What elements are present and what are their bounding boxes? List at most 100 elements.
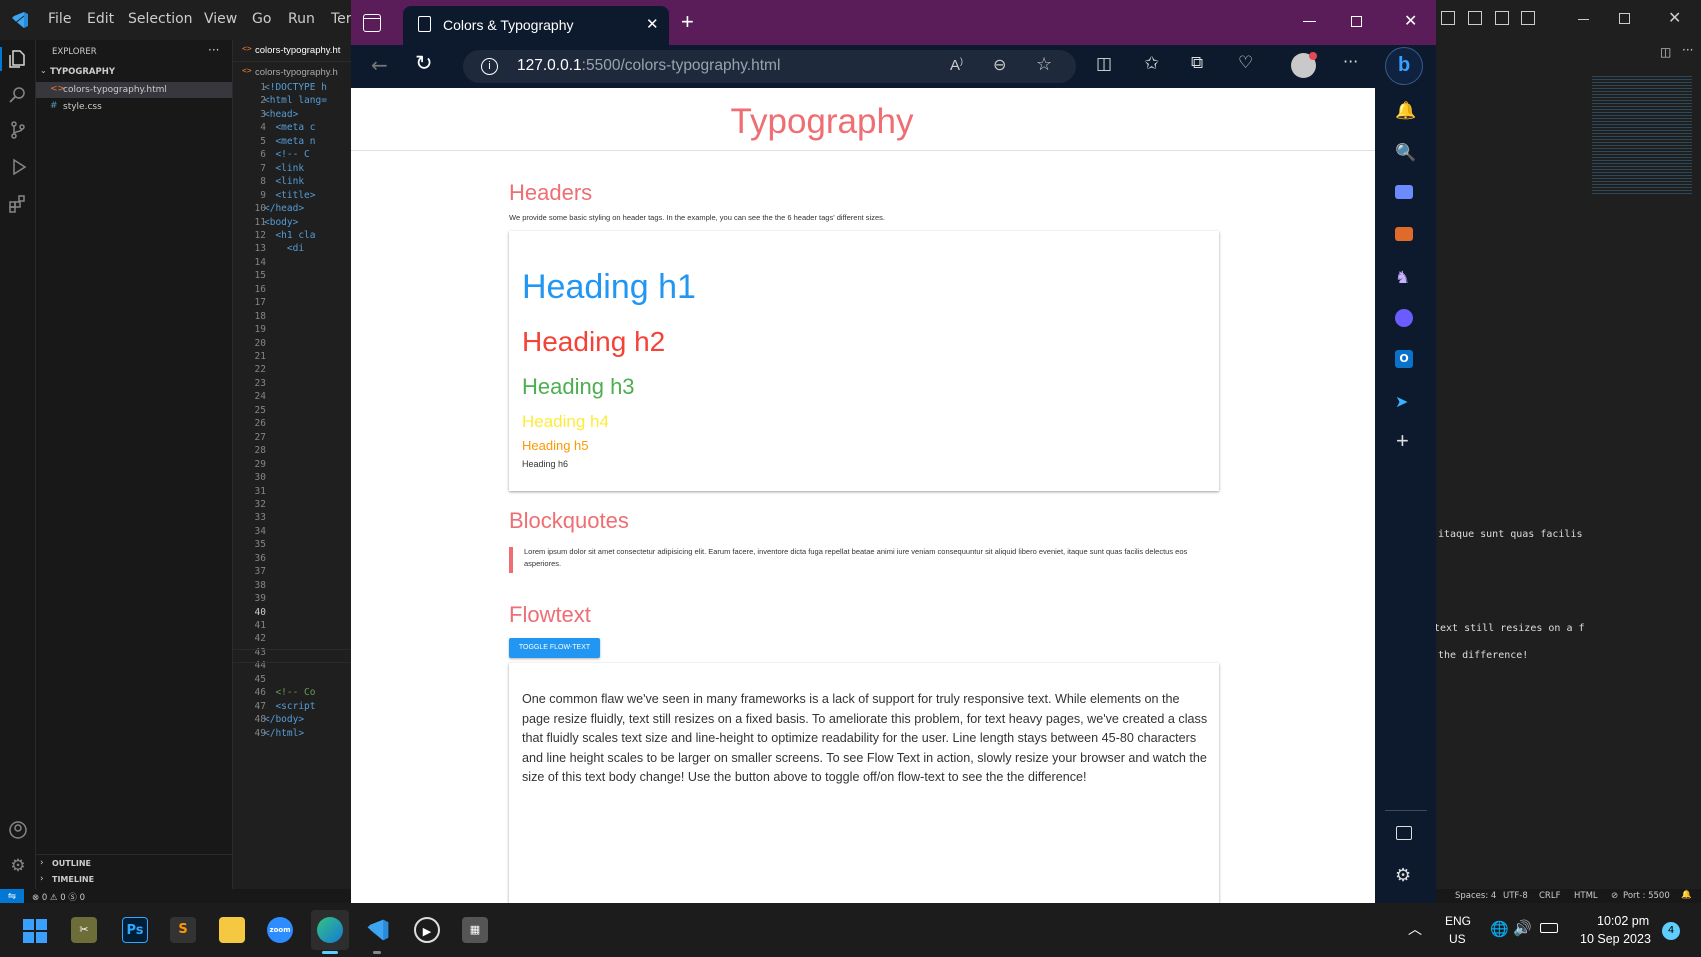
flowtext-card: One common flaw we've seen in many frame… — [509, 663, 1219, 903]
zoom-icon[interactable]: zoom — [267, 917, 293, 943]
search-icon[interactable] — [8, 85, 28, 105]
eol-status[interactable]: CRLF — [1539, 891, 1560, 901]
minimize-icon[interactable] — [1303, 21, 1316, 22]
microsoft-365-icon[interactable] — [1395, 309, 1413, 327]
profile-avatar[interactable] — [1291, 52, 1317, 78]
favorites-icon[interactable]: ✩ — [1144, 53, 1159, 74]
outlook-icon[interactable]: O — [1395, 350, 1413, 368]
language-status[interactable]: HTML — [1574, 891, 1598, 901]
shopping-tag-icon[interactable] — [1395, 185, 1413, 199]
file-item-html[interactable]: <> colors-typography.html — [36, 82, 232, 98]
bing-copilot-icon[interactable]: b — [1385, 47, 1423, 85]
volume-icon[interactable]: 🔊 — [1513, 919, 1532, 937]
sidebar-settings-gear-icon[interactable]: ⚙ — [1395, 865, 1411, 886]
extensions-icon[interactable] — [8, 194, 28, 214]
code-line: <!-- Co — [264, 687, 316, 699]
back-arrow-icon[interactable]: ← — [371, 53, 388, 77]
split-editor-icon[interactable]: ◫ — [1660, 45, 1671, 59]
settings-more-icon[interactable]: ··· — [1343, 52, 1358, 71]
language-indicator[interactable]: ENG — [1445, 914, 1471, 928]
line-number: 49 — [254, 727, 266, 739]
split-screen-icon[interactable]: ◫ — [1096, 54, 1112, 74]
maximize-icon[interactable] — [1351, 16, 1362, 27]
file-item-css[interactable]: # style.css — [36, 99, 232, 115]
address-bar[interactable]: i 127.0.0.1:5500/colors-typography.html … — [463, 50, 1076, 83]
new-tab-plus-icon[interactable]: + — [681, 9, 694, 35]
breadcrumb[interactable]: colors-typography.h — [255, 67, 338, 78]
terminal-line: itaque sunt quas facilis — [1438, 529, 1583, 540]
clock-time[interactable]: 10:02 pm — [1597, 914, 1649, 928]
drop-send-icon[interactable]: ➤ — [1395, 392, 1408, 411]
menu-run[interactable]: Run — [288, 11, 315, 27]
media-player-icon[interactable]: ▶ — [414, 917, 440, 943]
sublime-text-icon[interactable]: S — [170, 917, 196, 943]
toggle-flow-text-button[interactable]: TOGGLE FLOW-TEXT — [509, 638, 600, 658]
timeline-section[interactable]: › TIMELINE — [40, 874, 230, 887]
toggle-panel-icon[interactable] — [1468, 11, 1482, 25]
tools-app-icon[interactable]: ✂ — [71, 917, 97, 943]
collections-icon[interactable]: ⧉ — [1191, 53, 1203, 73]
minimap[interactable] — [1592, 76, 1692, 196]
bell-icon[interactable]: 🔔 — [1681, 890, 1692, 900]
code-line: <link — [264, 176, 305, 188]
network-globe-icon[interactable]: 🌐 — [1490, 920, 1509, 938]
add-plus-icon[interactable]: + — [1396, 428, 1409, 454]
manage-gear-icon[interactable]: ⚙ — [8, 856, 28, 876]
browser-essentials-icon[interactable]: ♡ — [1238, 53, 1253, 73]
editor-tab[interactable]: <> colors-typography.ht — [233, 40, 351, 62]
restore-icon[interactable] — [1619, 13, 1630, 24]
info-icon[interactable]: i — [481, 58, 498, 75]
search-icon[interactable]: 🔍 — [1395, 143, 1416, 163]
menu-terminal[interactable]: Ter — [331, 11, 352, 27]
customize-layout-icon[interactable] — [1521, 11, 1535, 25]
calculator-icon[interactable]: ▦ — [462, 917, 488, 943]
problems-indicator[interactable]: ⊗ 0 ⚠ 0 Ⓢ 0 — [32, 891, 85, 903]
toggle-secondary-sidebar-icon[interactable] — [1495, 11, 1509, 25]
explorer-icon[interactable] — [8, 49, 28, 69]
folder-row[interactable]: ⌄ TYPOGRAPHY — [38, 66, 230, 79]
menu-view[interactable]: View — [204, 11, 237, 27]
code-editor[interactable]: <> colors-typography.ht <> colors-typogr… — [233, 40, 351, 889]
vscode-taskbar-icon[interactable] — [365, 917, 391, 943]
file-explorer-icon[interactable] — [219, 917, 245, 943]
close-tab-icon[interactable]: ✕ — [646, 15, 659, 33]
menu-go[interactable]: Go — [252, 11, 271, 27]
favorite-star-icon[interactable]: ☆ — [1036, 54, 1052, 75]
games-icon[interactable]: ♞ — [1395, 268, 1410, 288]
headers-card: Heading h1 Heading h2 Heading h3 Heading… — [509, 231, 1219, 491]
menu-edit[interactable]: Edit — [87, 11, 114, 27]
minimize-icon[interactable] — [1578, 19, 1589, 20]
source-control-icon[interactable] — [8, 120, 28, 140]
refresh-icon[interactable]: ↻ — [415, 51, 433, 75]
live-server-port[interactable]: Port : 5500 — [1623, 891, 1670, 901]
notification-badge[interactable]: 4 — [1662, 922, 1680, 940]
zoom-out-icon[interactable]: ⊖ — [993, 55, 1006, 74]
tab-actions-icon[interactable] — [363, 14, 381, 32]
read-aloud-icon[interactable]: A) — [950, 56, 963, 74]
menu-file[interactable]: File — [48, 11, 71, 27]
edge-icon[interactable] — [317, 917, 343, 943]
notification-bell-icon[interactable]: 🔔 — [1395, 101, 1416, 121]
clock-date[interactable]: 10 Sep 2023 — [1580, 932, 1651, 946]
code-line: <body> — [264, 216, 299, 228]
hide-sidebar-icon[interactable] — [1396, 826, 1412, 840]
more-actions-icon[interactable]: ··· — [1682, 43, 1693, 57]
indentation-status[interactable]: Spaces: 4 — [1455, 891, 1496, 901]
encoding-status[interactable]: UTF-8 — [1503, 891, 1528, 901]
browser-tab-active[interactable]: Colors & Typography ✕ — [403, 6, 669, 45]
close-window-icon[interactable]: ✕ — [1404, 11, 1417, 30]
accounts-icon[interactable] — [8, 820, 28, 840]
more-actions-icon[interactable]: ··· — [208, 43, 219, 57]
toggle-primary-sidebar-icon[interactable] — [1441, 11, 1455, 25]
chevron-down-icon: ⌄ — [40, 66, 47, 75]
windows-start-icon[interactable] — [23, 919, 47, 943]
outline-section[interactable]: › OUTLINE — [40, 858, 230, 871]
tools-briefcase-icon[interactable] — [1395, 227, 1413, 241]
photoshop-icon[interactable]: Ps — [122, 917, 148, 943]
show-hidden-icons-chevron-icon[interactable]: ︿ — [1408, 919, 1422, 939]
keyboard-region[interactable]: US — [1449, 932, 1466, 946]
battery-icon[interactable] — [1540, 923, 1558, 933]
menu-selection[interactable]: Selection — [128, 11, 193, 27]
close-icon[interactable]: ✕ — [1668, 8, 1681, 27]
run-debug-icon[interactable] — [8, 157, 28, 177]
